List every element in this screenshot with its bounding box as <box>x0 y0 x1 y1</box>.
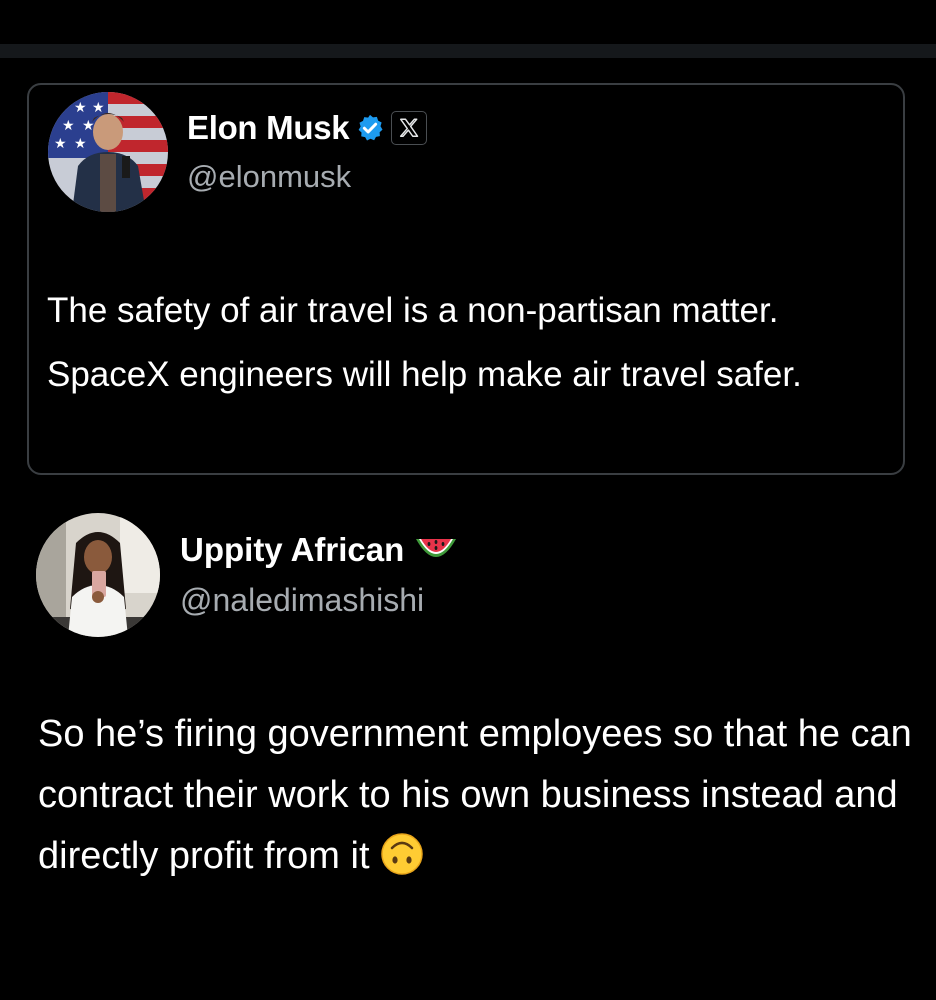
reply-author-name[interactable]: Uppity African <box>180 531 404 569</box>
svg-text:★: ★ <box>54 136 67 152</box>
svg-text:★: ★ <box>82 118 95 134</box>
quoted-author-avatar[interactable]: ★ ★ ★ ★ ★ ★ ★ <box>48 92 168 212</box>
reply-author-avatar[interactable] <box>36 513 160 637</box>
top-bar <box>0 0 936 44</box>
svg-text:★: ★ <box>74 100 87 116</box>
svg-text:★: ★ <box>62 118 75 134</box>
verified-badge-icon <box>355 113 385 143</box>
reply-author-row: Uppity African <box>180 528 458 572</box>
svg-text:★: ★ <box>54 100 67 116</box>
reply-tweet-text: So he’s firing government employees so t… <box>38 704 918 887</box>
quoted-author-handle[interactable]: @elonmusk <box>187 159 351 195</box>
quoted-author-name[interactable]: Elon Musk <box>187 109 350 147</box>
svg-text:★: ★ <box>92 100 105 116</box>
quoted-author-row: Elon Musk <box>187 108 428 148</box>
reply-author-avatar-image <box>36 513 160 637</box>
reply-author-handle[interactable]: @naledimashishi <box>180 582 424 619</box>
svg-text:★: ★ <box>74 136 87 152</box>
quoted-tweet-card[interactable]: ★★★ ★★ ★★ Elon Musk @elonmusk The sa <box>27 83 905 475</box>
reply-tweet-body: So he’s firing government employees so t… <box>38 713 912 877</box>
quoted-tweet-text: The safety of air travel is a non-partis… <box>47 291 802 394</box>
quoted-author-avatar-image: ★ ★ ★ ★ ★ ★ ★ <box>48 92 168 212</box>
watermelon-icon <box>414 535 458 565</box>
x-logo-icon[interactable] <box>391 111 428 145</box>
upside-down-face-icon <box>380 832 424 876</box>
top-divider <box>0 44 936 58</box>
